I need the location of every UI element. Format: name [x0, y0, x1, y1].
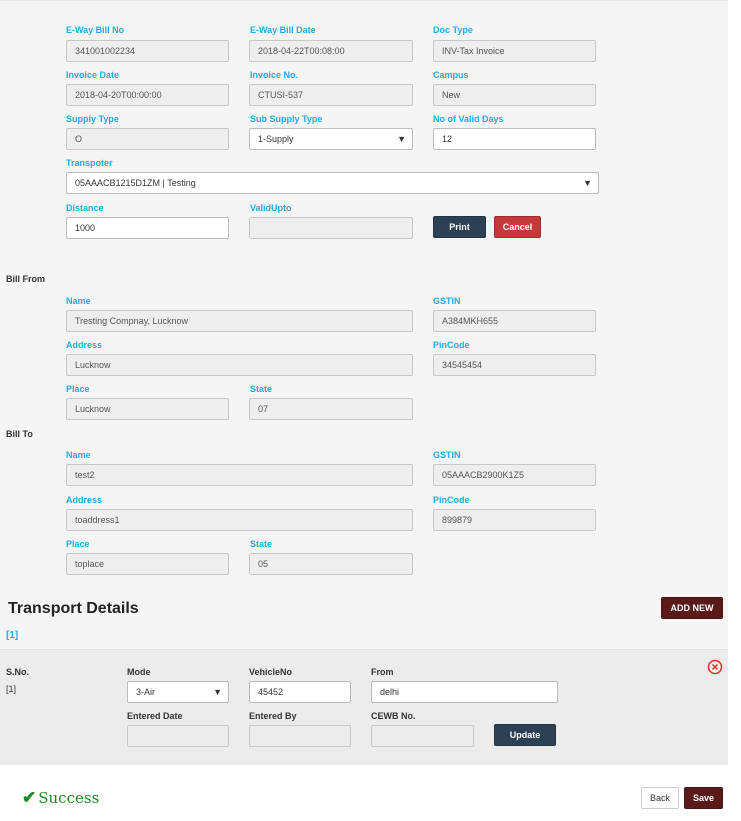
from-input[interactable]: delhi: [371, 681, 558, 703]
bill-from-gstin-label: GSTIN: [433, 296, 461, 306]
bill-to-state-label: State: [250, 539, 273, 549]
distance-input[interactable]: 1000: [66, 217, 229, 239]
valid-days-label: No of Valid Days: [433, 114, 504, 124]
mode-select[interactable]: 3-Air ▼: [127, 681, 229, 703]
cewb-no-field[interactable]: [371, 725, 474, 747]
cewb-no-label: CEWB No.: [371, 711, 416, 721]
valid-upto-label: ValidUpto: [250, 203, 292, 213]
bill-to-gstin-field[interactable]: 05AAACB2900K1Z5: [433, 464, 596, 486]
entered-date-label: Entered Date: [127, 711, 183, 721]
invoice-date-label: Invoice Date: [66, 70, 120, 80]
invoice-date-field[interactable]: 2018-04-20T00:00:00: [66, 84, 229, 106]
sub-supply-type-label: Sub Supply Type: [250, 114, 323, 124]
bill-from-name-field[interactable]: Tresting Compnay, Lucknow: [66, 310, 413, 332]
doc-type-label: Doc Type: [433, 25, 473, 35]
mode-label: Mode: [127, 667, 151, 677]
back-button[interactable]: Back: [641, 787, 679, 809]
bill-to-gstin-label: GSTIN: [433, 450, 461, 460]
update-button[interactable]: Update: [494, 724, 556, 746]
eway-bill-date-label: E-Way Bill Date: [250, 25, 316, 35]
bill-from-address-label: Address: [66, 340, 103, 350]
invoice-no-field[interactable]: CTUSI-537: [249, 84, 413, 106]
eway-bill-date-field[interactable]: 2018-04-22T00:08:00: [249, 40, 413, 62]
transport-details-title: Transport Details: [8, 600, 139, 617]
caret-down-icon: ▼: [583, 178, 592, 188]
bill-to-pincode-field[interactable]: 899879: [433, 509, 596, 531]
entered-by-field[interactable]: [249, 725, 351, 747]
campus-label: Campus: [433, 70, 469, 80]
bill-from-place-label: Place: [66, 384, 90, 394]
campus-field[interactable]: New: [433, 84, 596, 106]
check-icon: ✔: [22, 788, 37, 808]
caret-down-icon: ▼: [397, 134, 406, 144]
caret-down-icon: ▼: [213, 687, 222, 697]
transporter-value: 05AAACB1215D1ZM | Testing: [75, 178, 196, 188]
bill-to-place-field[interactable]: toplace: [66, 553, 229, 575]
bill-to-state-field[interactable]: 05: [249, 553, 413, 575]
supply-type-field[interactable]: O: [66, 128, 229, 150]
cancel-button[interactable]: Cancel: [494, 216, 541, 238]
bill-to-heading: Bill To: [6, 429, 33, 439]
transport-index-link[interactable]: [1]: [6, 630, 18, 641]
bill-from-address-field[interactable]: Lucknow: [66, 354, 413, 376]
valid-upto-field[interactable]: [249, 217, 413, 239]
distance-label: Distance: [66, 203, 104, 213]
entered-by-label: Entered By: [249, 711, 297, 721]
sno-label: S.No.: [6, 667, 30, 677]
bill-to-pincode-label: PinCode: [433, 495, 470, 505]
bill-from-gstin-field[interactable]: A384MKH655: [433, 310, 596, 332]
vehicle-no-label: VehicleNo: [249, 667, 293, 677]
bill-from-pincode-label: PinCode: [433, 340, 470, 350]
bill-from-place-field[interactable]: Lucknow: [66, 398, 229, 420]
footer-bar: [0, 765, 728, 821]
bill-from-pincode-field[interactable]: 34545454: [433, 354, 596, 376]
bill-to-address-label: Address: [66, 495, 103, 505]
bill-to-name-label: Name: [66, 450, 91, 460]
bill-to-address-field[interactable]: toaddress1: [66, 509, 413, 531]
eway-bill-no-field[interactable]: 341001002234: [66, 40, 229, 62]
success-text: Success: [38, 789, 100, 807]
mode-value: 3-Air: [136, 687, 156, 697]
success-message: ✔ Success: [22, 788, 99, 808]
bill-from-state-field[interactable]: 07: [249, 398, 413, 420]
eway-bill-form: E-Way Bill No 341001002234 E-Way Bill Da…: [0, 0, 728, 821]
bill-from-state-label: State: [250, 384, 273, 394]
add-new-button[interactable]: ADD NEW: [661, 597, 723, 619]
doc-type-field[interactable]: INV-Tax Invoice: [433, 40, 596, 62]
bill-to-name-field[interactable]: test2: [66, 464, 413, 486]
bill-from-name-label: Name: [66, 296, 91, 306]
invoice-no-label: Invoice No.: [250, 70, 299, 80]
transporter-label: Transpoter: [66, 158, 113, 168]
sub-supply-type-value: 1-Supply: [258, 134, 294, 144]
vehicle-no-input[interactable]: 45452: [249, 681, 351, 703]
transport-row-panel: [0, 649, 728, 765]
valid-days-input[interactable]: 12: [433, 128, 596, 150]
from-label: From: [371, 667, 394, 677]
entered-date-field[interactable]: [127, 725, 229, 747]
bill-from-heading: Bill From: [6, 274, 46, 284]
page-edge: [728, 0, 741, 821]
sub-supply-type-select[interactable]: 1-Supply ▼: [249, 128, 413, 150]
bill-to-place-label: Place: [66, 539, 90, 549]
transporter-select[interactable]: 05AAACB1215D1ZM | Testing ▼: [66, 172, 599, 194]
close-circle-icon[interactable]: [707, 659, 723, 675]
supply-type-label: Supply Type: [66, 114, 119, 124]
sno-value: [1]: [6, 684, 17, 694]
eway-bill-no-label: E-Way Bill No: [66, 25, 125, 35]
print-button[interactable]: Print: [433, 216, 486, 238]
save-button[interactable]: Save: [684, 787, 723, 809]
